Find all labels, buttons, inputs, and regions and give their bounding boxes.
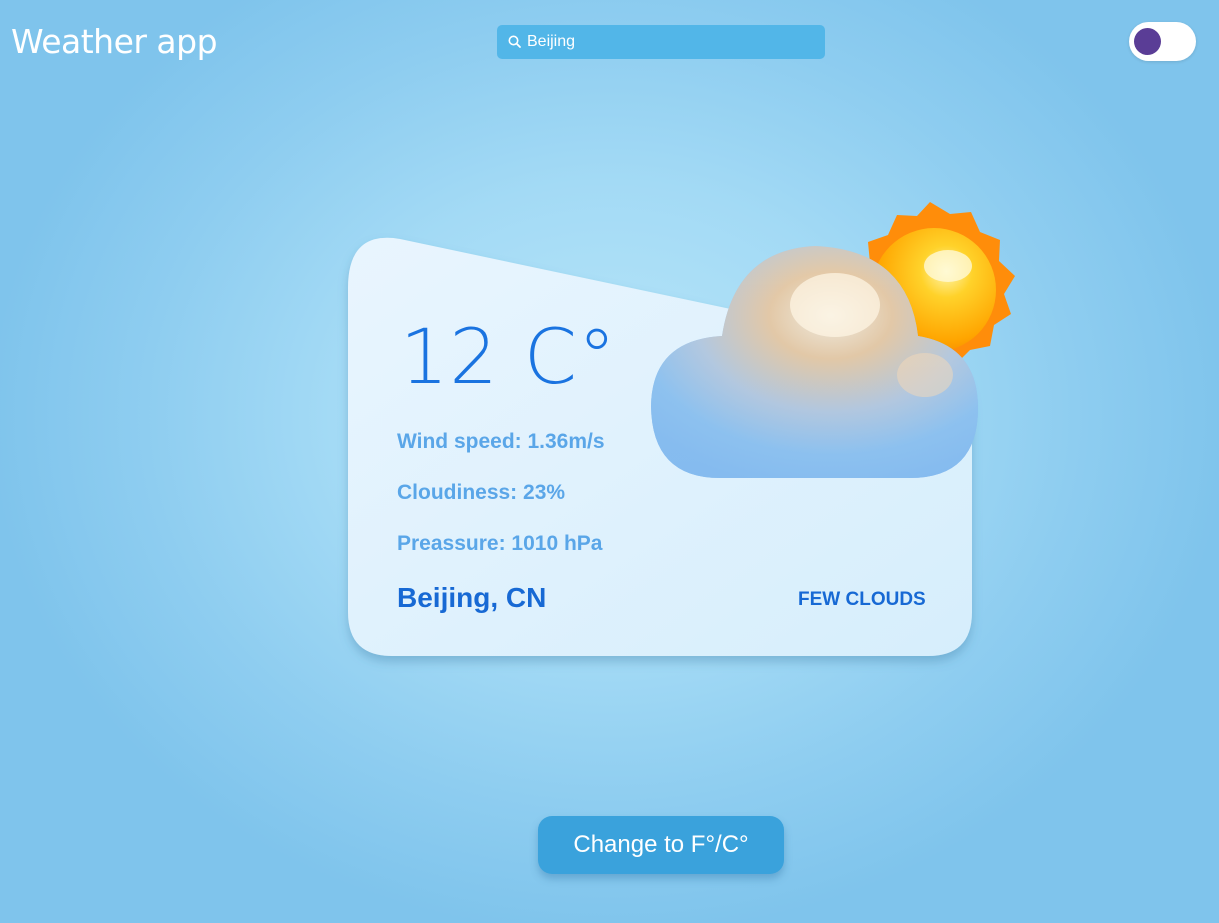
theme-toggle[interactable] [1129,22,1196,61]
location-name: Beijing, CN [397,582,547,613]
sun-behind-cloud-icon [651,202,1015,478]
sun-icon [855,202,1015,366]
temperature-value: 12 C° [400,312,617,401]
cloud-icon [651,246,978,478]
cloudiness: Cloudiness: 23% [397,481,566,504]
wind-speed: Wind speed: 1.36m/s [397,430,605,453]
app-title: Weather app [11,22,218,61]
pressure: Preassure: 1010 hPa [397,532,603,555]
search-input[interactable] [527,25,812,59]
change-unit-button[interactable]: Change to F°/C° [538,816,784,874]
toggle-knob [1134,28,1161,55]
weather-card-graphics [348,202,1015,656]
search-box[interactable] [497,25,825,59]
weather-description: FEW CLOUDS [798,589,926,610]
search-icon [508,35,521,48]
